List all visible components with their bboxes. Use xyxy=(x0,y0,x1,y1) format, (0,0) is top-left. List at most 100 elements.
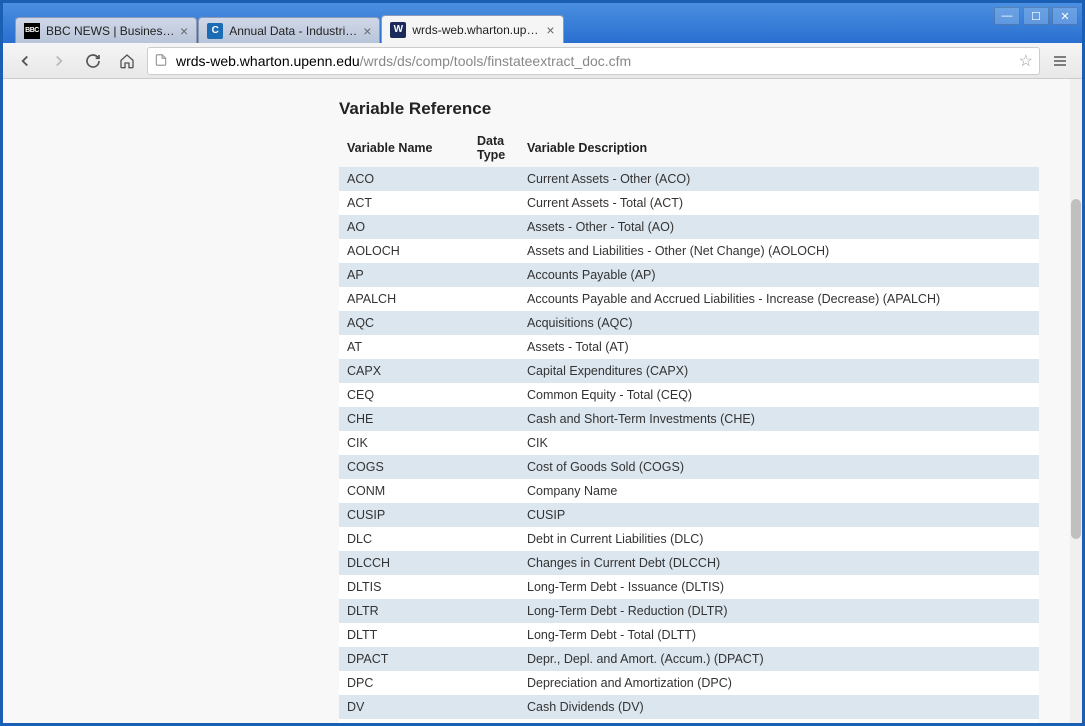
titlebar: — ☐ ✕ BBCBBC NEWS | Business | Ma×CAnnua… xyxy=(3,3,1082,43)
table-row: DLTRLong-Term Debt - Reduction (DLTR) xyxy=(339,599,1039,623)
url-path: /wrds/ds/comp/tools/finstateextract_doc.… xyxy=(360,53,632,69)
table-header: Variable Name Data Type Variable Descrip… xyxy=(339,129,1039,167)
menu-button[interactable] xyxy=(1046,47,1074,75)
tab-close-icon[interactable]: × xyxy=(363,23,371,39)
variable-name-cell: CONM xyxy=(339,479,469,503)
forward-icon xyxy=(50,52,68,70)
minimize-button[interactable]: — xyxy=(994,7,1020,25)
data-type-cell xyxy=(469,503,519,527)
data-type-cell xyxy=(469,527,519,551)
table-row: ACO Current Assets - Other (ACO) xyxy=(339,167,1039,191)
tab-close-icon[interactable]: × xyxy=(180,23,188,39)
variable-name-cell: COGS xyxy=(339,455,469,479)
data-type-cell xyxy=(469,263,519,287)
data-type-cell xyxy=(469,623,519,647)
hamburger-icon xyxy=(1052,53,1068,69)
bookmark-star-icon[interactable]: ☆ xyxy=(1019,51,1033,71)
table-row: DLTISLong-Term Debt - Issuance (DLTIS) xyxy=(339,575,1039,599)
scrollbar-track[interactable] xyxy=(1070,79,1082,723)
table-row: DPC Depreciation and Amortization (DPC) xyxy=(339,671,1039,695)
page-icon xyxy=(154,53,170,69)
variable-desc-cell: Debt in Current Liabilities (DLC) xyxy=(519,527,1039,551)
maximize-button[interactable]: ☐ xyxy=(1023,7,1049,25)
table-row: CAPXCapital Expenditures (CAPX) xyxy=(339,359,1039,383)
tab-title: Annual Data - Industrial | C xyxy=(229,24,359,38)
variable-name-cell: APALCH xyxy=(339,287,469,311)
scrollbar-thumb[interactable] xyxy=(1071,199,1081,539)
variable-name-cell: CEQ xyxy=(339,383,469,407)
column-header-name: Variable Name xyxy=(339,129,469,167)
home-icon xyxy=(119,53,135,69)
table-row: AOLOCHAssets and Liabilities - Other (Ne… xyxy=(339,239,1039,263)
data-type-cell xyxy=(469,167,519,191)
variable-desc-cell: Cash Dividends (DV) xyxy=(519,695,1039,719)
table-row: AOAssets - Other - Total (AO) xyxy=(339,215,1039,239)
data-type-cell xyxy=(469,695,519,719)
variable-table: Variable Name Data Type Variable Descrip… xyxy=(339,129,1039,723)
column-header-type: Data Type xyxy=(469,129,519,167)
variable-name-cell: ACT xyxy=(339,191,469,215)
variable-name-cell: DLTT xyxy=(339,623,469,647)
variable-desc-cell: Current Assets - Total (ACT) xyxy=(519,191,1039,215)
variable-name-cell: DV xyxy=(339,695,469,719)
variable-name-cell: CHE xyxy=(339,407,469,431)
variable-desc-cell: Acquisitions (AQC) xyxy=(519,311,1039,335)
data-type-cell xyxy=(469,431,519,455)
variable-desc-cell: Current Assets - Other (ACO) xyxy=(519,167,1039,191)
table-row: AT Assets - Total (AT) xyxy=(339,335,1039,359)
address-bar[interactable]: wrds-web.wharton.upenn.edu/wrds/ds/comp/… xyxy=(147,47,1040,75)
variable-desc-cell: Assets - Total (AT) xyxy=(519,335,1039,359)
variable-desc-cell: Cost of Goods Sold (COGS) xyxy=(519,455,1039,479)
variable-desc-cell: Long-Term Debt - Total (DLTT) xyxy=(519,623,1039,647)
variable-desc-cell: CIK xyxy=(519,431,1039,455)
variable-name-cell: AP xyxy=(339,263,469,287)
table-row: DV Cash Dividends (DV) xyxy=(339,695,1039,719)
page-title: Variable Reference xyxy=(339,99,1039,119)
tab-strip: BBCBBC NEWS | Business | Ma×CAnnual Data… xyxy=(15,15,565,43)
url-text: wrds-web.wharton.upenn.edu/wrds/ds/comp/… xyxy=(176,53,1019,69)
data-type-cell xyxy=(469,455,519,479)
reload-icon xyxy=(85,53,101,69)
data-type-cell xyxy=(469,575,519,599)
close-button[interactable]: ✕ xyxy=(1052,7,1078,25)
favicon: BBC xyxy=(24,23,40,39)
variable-desc-cell: Assets - Other - Total (AO) xyxy=(519,215,1039,239)
table-row: AQCAcquisitions (AQC) xyxy=(339,311,1039,335)
table-row: DLCCHChanges in Current Debt (DLCCH) xyxy=(339,551,1039,575)
back-button[interactable] xyxy=(11,47,39,75)
tab-title: BBC NEWS | Business | Ma xyxy=(46,24,176,38)
browser-tab[interactable]: Wwrds-web.wharton.upenn× xyxy=(381,15,563,43)
tab-title: wrds-web.wharton.upenn xyxy=(412,23,542,37)
data-type-cell xyxy=(469,647,519,671)
tab-close-icon[interactable]: × xyxy=(546,22,554,38)
variable-desc-cell: Cash and Short-Term Investments (CHE) xyxy=(519,407,1039,431)
variable-name-cell: ACO xyxy=(339,167,469,191)
variable-name-cell: AT xyxy=(339,335,469,359)
variable-name-cell: DLTR xyxy=(339,599,469,623)
variable-desc-cell: Accounts Payable and Accrued Liabilities… xyxy=(519,287,1039,311)
table-row: CEQCommon Equity - Total (CEQ) xyxy=(339,383,1039,407)
table-row: CUSIPCUSIP xyxy=(339,503,1039,527)
data-type-cell xyxy=(469,479,519,503)
document: Variable Reference Variable Name Data Ty… xyxy=(339,99,1039,723)
variable-name-cell: DPC xyxy=(339,671,469,695)
variable-desc-cell: Depreciation and Amortization (DPC) xyxy=(519,671,1039,695)
content-area: Variable Reference Variable Name Data Ty… xyxy=(3,79,1082,723)
variable-desc-cell: EPS (Diluted) - Excl. Extra. Items (S&c)… xyxy=(519,719,1039,723)
data-type-cell xyxy=(469,719,519,723)
reload-button[interactable] xyxy=(79,47,107,75)
data-type-cell xyxy=(469,287,519,311)
table-row: CHE Cash and Short-Term Investments (CHE) xyxy=(339,407,1039,431)
browser-tab[interactable]: CAnnual Data - Industrial | C× xyxy=(198,17,380,43)
table-body: ACO Current Assets - Other (ACO) ACT Curren… xyxy=(339,167,1039,723)
data-type-cell xyxy=(469,407,519,431)
table-row: DLCDebt in Current Liabilities (DLC) xyxy=(339,527,1039,551)
variable-desc-cell: Changes in Current Debt (DLCCH) xyxy=(519,551,1039,575)
data-type-cell xyxy=(469,239,519,263)
browser-tab[interactable]: BBC BBC NEWS | Business | Ma × xyxy=(15,17,197,43)
table-row: ACT Current Assets - Total (ACT) xyxy=(339,191,1039,215)
column-header-desc: Variable Description xyxy=(519,129,1039,167)
home-button[interactable] xyxy=(113,47,141,75)
data-type-cell xyxy=(469,311,519,335)
variable-name-cell: CUSIP xyxy=(339,503,469,527)
